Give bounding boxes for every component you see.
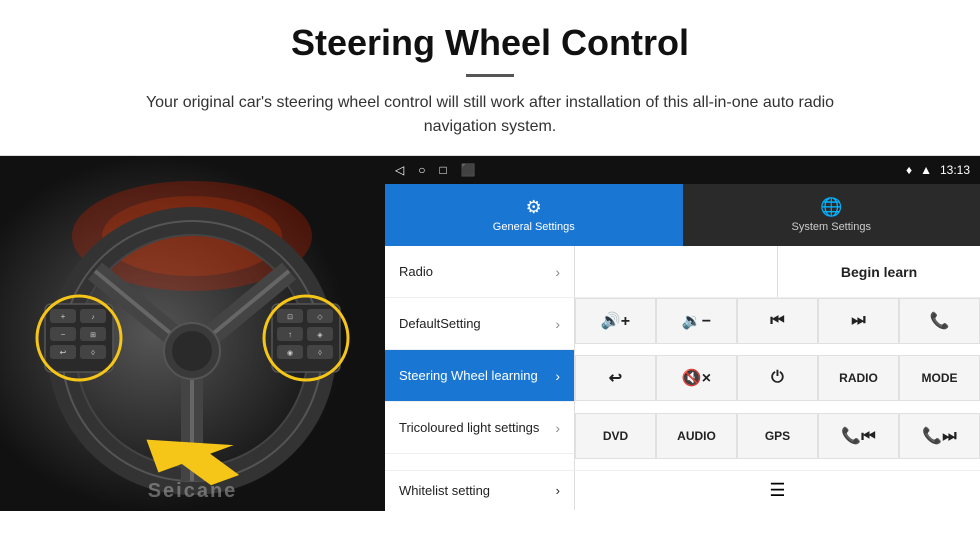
nav-recent-icon[interactable]: □ xyxy=(439,163,446,177)
gps-button[interactable]: GPS xyxy=(737,413,818,459)
car-image-section: + ♪ − ⊞ ↩ ◊ ⊡ ◇ xyxy=(0,156,385,511)
svg-text:↑: ↑ xyxy=(288,330,292,339)
chevron-right-icon: › xyxy=(556,483,560,498)
svg-text:◊: ◊ xyxy=(91,350,95,357)
volume-up-button[interactable]: 🔊+ xyxy=(575,298,656,344)
page-container: Steering Wheel Control Your original car… xyxy=(0,0,980,510)
status-bar: ◁ ○ □ ⬛ ♦ ▲ 13:13 xyxy=(385,156,980,184)
content-area: + ♪ − ⊞ ↩ ◊ ⊡ ◇ xyxy=(0,155,980,510)
top-control-row: Begin learn xyxy=(575,246,980,298)
begin-learn-button[interactable]: Begin learn xyxy=(778,246,980,297)
page-title: Steering Wheel Control xyxy=(40,22,940,64)
nav-menu-icon[interactable]: ⬛ xyxy=(461,163,476,177)
chevron-right-icon: › xyxy=(555,368,560,384)
menu-list: Radio › DefaultSetting › Steering Wheel … xyxy=(385,246,575,470)
system-settings-icon: 🌐 xyxy=(820,197,842,218)
svg-text:+: + xyxy=(61,312,66,321)
menu-item-steering-label: Steering Wheel learning xyxy=(399,368,555,383)
status-bar-nav: ◁ ○ □ ⬛ xyxy=(395,163,476,177)
control-buttons-grid: 🔊+ 🔉− ⏮ ⏭ 📞 ↩ 🔇× ⏻ RADIO MODE DVD AUDI xyxy=(575,298,980,470)
general-settings-icon: ⚙ xyxy=(526,197,542,218)
tab-system[interactable]: 🌐 System Settings xyxy=(683,184,980,246)
svg-text:↩: ↩ xyxy=(60,348,67,357)
audio-button[interactable]: AUDIO xyxy=(656,413,737,459)
svg-text:♪: ♪ xyxy=(91,314,95,321)
radio-button[interactable]: RADIO xyxy=(818,355,899,401)
chevron-right-icon: › xyxy=(555,264,560,280)
svg-text:◇: ◇ xyxy=(317,314,323,321)
svg-text:◉: ◉ xyxy=(287,350,293,357)
watermark: Seicane xyxy=(148,480,238,503)
volume-down-button[interactable]: 🔉− xyxy=(656,298,737,344)
menu-item-tricoloured-label: Tricoloured light settings xyxy=(399,420,555,435)
list-icon: ☰ xyxy=(769,480,785,501)
whitelist-label: Whitelist setting xyxy=(399,483,556,498)
whitelist-row: Whitelist setting › ☰ xyxy=(385,470,980,510)
time-display: 13:13 xyxy=(940,163,970,177)
tabs-row: ⚙ General Settings 🌐 System Settings xyxy=(385,184,980,246)
power-button[interactable]: ⏻ xyxy=(737,355,818,401)
menu-item-steering-wheel[interactable]: Steering Wheel learning › xyxy=(385,350,574,402)
header-description: Your original car's steering wheel contr… xyxy=(110,91,870,139)
tab-general-label: General Settings xyxy=(493,221,575,233)
nav-back-icon[interactable]: ◁ xyxy=(395,163,404,177)
android-ui: ◁ ○ □ ⬛ ♦ ▲ 13:13 ⚙ General Settings xyxy=(385,156,980,510)
location-icon: ♦ xyxy=(906,163,912,177)
svg-text:⊞: ⊞ xyxy=(90,332,96,339)
tab-general[interactable]: ⚙ General Settings xyxy=(385,184,683,246)
menu-item-radio-label: Radio xyxy=(399,264,555,279)
next-track-button[interactable]: ⏭ xyxy=(818,298,899,344)
steering-wheel-bg: + ♪ − ⊞ ↩ ◊ ⊡ ◇ xyxy=(0,156,385,511)
wifi-icon: ▲ xyxy=(920,163,932,177)
mode-button[interactable]: MODE xyxy=(899,355,980,401)
svg-text:◊: ◊ xyxy=(318,350,322,357)
phone-prev-button[interactable]: 📞⏮ xyxy=(818,413,899,459)
menu-item-default-setting[interactable]: DefaultSetting › xyxy=(385,298,574,350)
controls-panel: Begin learn 🔊+ 🔉− ⏮ ⏭ 📞 ↩ 🔇× ⏻ xyxy=(575,246,980,470)
prev-track-button[interactable]: ⏮ xyxy=(737,298,818,344)
mute-button[interactable]: 🔇× xyxy=(656,355,737,401)
main-panel: Radio › DefaultSetting › Steering Wheel … xyxy=(385,246,980,470)
svg-text:−: − xyxy=(61,330,66,339)
phone-button[interactable]: 📞 xyxy=(899,298,980,344)
header: Steering Wheel Control Your original car… xyxy=(0,0,980,155)
header-divider xyxy=(466,74,514,77)
chevron-right-icon: › xyxy=(555,420,560,436)
whitelist-menu-item[interactable]: Whitelist setting › xyxy=(385,471,575,510)
chevron-right-icon: › xyxy=(555,316,560,332)
svg-text:◈: ◈ xyxy=(317,332,323,339)
menu-item-tricoloured[interactable]: Tricoloured light settings › xyxy=(385,402,574,454)
menu-item-default-label: DefaultSetting xyxy=(399,316,555,331)
whitelist-icon-area: ☰ xyxy=(575,480,980,501)
empty-input-box xyxy=(575,246,778,297)
phone-next-button[interactable]: 📞⏭ xyxy=(899,413,980,459)
menu-item-radio[interactable]: Radio › xyxy=(385,246,574,298)
dvd-button[interactable]: DVD xyxy=(575,413,656,459)
tab-system-label: System Settings xyxy=(792,221,871,233)
hang-up-button[interactable]: ↩ xyxy=(575,355,656,401)
status-bar-right: ♦ ▲ 13:13 xyxy=(906,163,970,177)
nav-home-icon[interactable]: ○ xyxy=(418,163,425,177)
svg-text:⊡: ⊡ xyxy=(287,314,293,321)
